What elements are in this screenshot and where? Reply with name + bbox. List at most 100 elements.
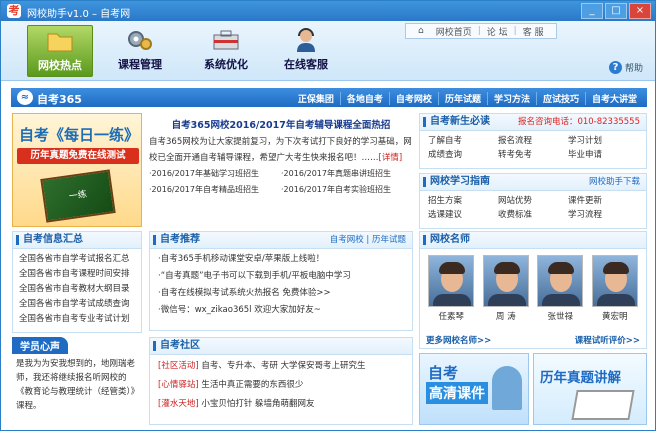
list-item[interactable]: ·2016/2017年自考实验班招生 (281, 184, 413, 195)
guide-link[interactable]: 招生方案 (428, 194, 498, 206)
chalkboard-book-image: 一练 (40, 169, 116, 223)
app-logo-icon: 考 (7, 4, 21, 18)
list-item[interactable]: ·2016/2017年真题串讲班招生 (281, 168, 413, 179)
list-item[interactable]: 全国各省市自学考试成绩查询 (19, 297, 135, 312)
freshman-link[interactable]: 报名流程 (498, 134, 568, 146)
brand-name[interactable]: 自考365 (37, 91, 82, 107)
link-forum[interactable]: 论 坛 (481, 25, 514, 38)
headline-title[interactable]: 自考365网校2016/2017年自考辅导课程全面热招 (149, 117, 413, 131)
list-item[interactable]: [心情驿站] 生活中真正需要的东西很少 (158, 376, 404, 395)
list-item[interactable]: ·自考在线模拟考试系统火热报名 免费体验>> (158, 285, 404, 302)
gears-icon (128, 31, 152, 50)
past-papers-ad[interactable]: 历年真题讲解 (533, 353, 647, 425)
tab-course-label: 课程管理 (118, 58, 162, 71)
daily-practice-banner[interactable]: 自考《每日一练》 历年真题免费在线测试 一练 (12, 113, 142, 227)
link-service[interactable]: 客 服 (517, 25, 550, 38)
teachers-panel: 网校名师 任素琴 周 涛 张世禄 黄宏明 更多网校名师>> 课程试听评价>> (419, 231, 647, 349)
list-item[interactable]: ·“自考真题”电子书可以下载到手机/平板电脑中学习 (158, 268, 404, 285)
freshman-title: 自考新生必读 报名咨询电话：010-82335555 (420, 114, 646, 131)
teacher-card[interactable]: 黄宏明 (591, 255, 638, 322)
teacher-photo (537, 255, 584, 307)
more-teachers-link[interactable]: 更多网校名师>> (426, 334, 491, 346)
banner-subtitle: 历年真题免费在线测试 (17, 148, 139, 164)
item-text: 自考、专升本、考研 大学保安哥考上研究生 (201, 361, 366, 371)
tablet-icon (571, 390, 635, 420)
item-text: 小宝贝怕打针 躲墙角萌翻网友 (201, 399, 315, 409)
guide-link[interactable]: 网站优势 (498, 194, 568, 206)
tab-hot[interactable]: 网校热点 (27, 25, 93, 77)
list-item[interactable]: [社区活动] 自考、专升本、考研 大学保安哥考上研究生 (158, 357, 404, 376)
guide-link[interactable]: 学习流程 (568, 208, 638, 220)
tab-support-label: 在线客服 (284, 58, 328, 71)
tab-optimize-label: 系统优化 (204, 58, 248, 71)
teacher-card[interactable]: 周 涛 (482, 255, 529, 322)
download-link[interactable]: 网校助手下载 (589, 174, 640, 190)
minimize-button[interactable]: _ (581, 3, 603, 19)
help-label: 帮助 (624, 64, 643, 74)
banner-title: 自考《每日一练》 (19, 126, 140, 144)
folder-icon (47, 33, 73, 52)
headline-items: ·2016/2017年基础学习班招生 ·2016/2017年真题串讲班招生 ·2… (149, 168, 413, 195)
info-panel: 自考信息汇总 全国各省市自学考试报名汇总 全国各省市自考课程时间安排 全国各省市… (12, 231, 142, 333)
list-item[interactable]: ·2016/2017年自考精品班招生 (149, 184, 281, 195)
teacher-photo (428, 255, 475, 307)
brand-link[interactable]: 历年试题 (437, 92, 487, 105)
tag: [心情驿站] (158, 380, 199, 390)
community-title: 自考社区 (150, 338, 412, 355)
list-item[interactable]: 全国各省市自考教材大纲目录 (19, 282, 135, 297)
freshman-link[interactable]: 毕业申请 (568, 148, 638, 160)
guide-link[interactable]: 收费标准 (498, 208, 568, 220)
teacher-name: 张世禄 (547, 312, 573, 322)
freshman-link[interactable]: 了解自考 (428, 134, 498, 146)
tab-support[interactable]: 在线客服 (273, 25, 339, 77)
guide-link[interactable]: 选课建议 (428, 208, 498, 220)
list-item[interactable]: ·2016/2017年基础学习班招生 (149, 168, 281, 179)
teacher-card[interactable]: 任素琴 (428, 255, 475, 322)
link-past-papers[interactable]: 历年试题 (372, 235, 406, 245)
teacher-name: 黄宏明 (601, 312, 628, 322)
ad-title: 自考 (428, 364, 459, 382)
tag: [社区活动] (158, 361, 199, 371)
brand-link[interactable]: 各地自考 (339, 92, 389, 105)
brand-link[interactable]: 应试技巧 (535, 92, 585, 105)
brand-logo-icon: ≈ (17, 90, 33, 105)
headline-body: 自考365网校为让大家提前复习，为下次考试打下良好的学习基础，网校已全面开通自考… (149, 134, 413, 166)
list-item[interactable]: ·微信号：wx_zikao365l 欢迎大家加好友~ (158, 302, 404, 319)
headline-text: 自考365网校为让大家提前复习，为下次考试打下良好的学习基础，网校已全面开通自考… (149, 137, 412, 163)
brand-link[interactable]: 学习方法 (486, 92, 536, 105)
tab-optimize[interactable]: 系统优化 (193, 25, 259, 77)
freshman-link[interactable]: 成绩查询 (428, 148, 498, 160)
recommend-panel: 自考推荐 自考网校 | 历年试题 ·自考365手机移动课堂安卓/苹果版上线啦！ … (149, 231, 413, 331)
help-button[interactable]: ? 帮助 (608, 61, 643, 74)
list-item[interactable]: ·自考365手机移动课堂安卓/苹果版上线啦！ (158, 251, 404, 268)
hd-courseware-ad[interactable]: 自考 高清课件 (419, 353, 529, 425)
link-school-home[interactable]: 网校首页 (430, 25, 478, 38)
freshman-panel: 自考新生必读 报名咨询电话：010-82335555 了解自考 报名流程 学习计… (419, 113, 647, 169)
freshman-link[interactable]: 转考免考 (498, 148, 568, 160)
guide-link[interactable]: 课件更新 (568, 194, 638, 206)
details-link[interactable]: [详情] (379, 153, 403, 163)
brand-link[interactable]: 正保集团 (292, 92, 340, 105)
tab-course[interactable]: 课程管理 (107, 25, 173, 77)
maximize-button[interactable]: □ (605, 3, 627, 19)
brand-bar: ≈ 自考365 正保集团 各地自考 自考网校 历年试题 学习方法 应试技巧 自考… (11, 88, 647, 107)
teachers-title: 网校名师 (420, 232, 646, 249)
list-item[interactable]: [灌水天地] 小宝贝怕打针 躲墙角萌翻网友 (158, 395, 404, 414)
item-text: 生活中真正需要的东西很少 (201, 380, 304, 390)
teacher-card[interactable]: 张世禄 (537, 255, 584, 322)
trial-link[interactable]: 课程试听评价>> (575, 334, 640, 346)
list-item[interactable]: 全国各省市自学考试报名汇总 (19, 252, 135, 267)
brand-link[interactable]: 自考网校 (388, 92, 438, 105)
community-panel: 自考社区 [社区活动] 自考、专升本、考研 大学保安哥考上研究生 [心情驿站] … (149, 337, 413, 425)
list-item[interactable]: 全国各省市自考课程时间安排 (19, 267, 135, 282)
ad-subtitle: 高清课件 (426, 382, 488, 404)
freshman-link[interactable]: 学习计划 (568, 134, 638, 146)
close-button[interactable]: × (629, 3, 651, 19)
title-bar[interactable]: 考 网校助手v1.0 – 自考网 _ □ × (1, 1, 655, 21)
list-item[interactable]: 全国各省市自考专业考试计划 (19, 312, 135, 327)
app-window: 考 网校助手v1.0 – 自考网 _ □ × ⌂ 网校首页 | 论 坛 | 客 … (0, 0, 656, 431)
student-voice: 学员心声 是我为为安我想到的，地刚瑞老师，我还将继续报名听网校的《教育论与教理统… (12, 337, 142, 425)
brand-link[interactable]: 自考大讲堂 (584, 92, 643, 105)
guide-panel: 网校学习指南 网校助手下载 招生方案 网站优势 课件更新 选课建议 收费标准 学… (419, 173, 647, 229)
link-online-school[interactable]: 自考网校 (330, 235, 364, 245)
